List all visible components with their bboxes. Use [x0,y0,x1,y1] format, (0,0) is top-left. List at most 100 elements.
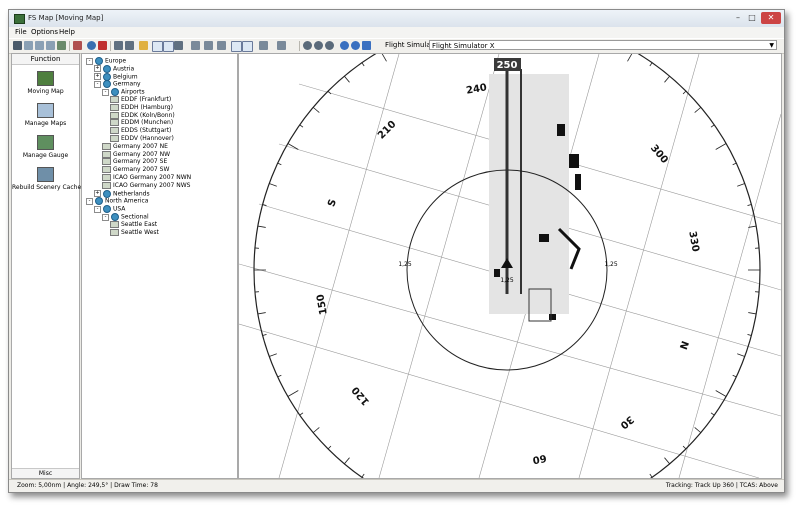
dropdown-chevron-icon[interactable] [174,41,183,50]
expand-icon[interactable]: + [94,73,101,81]
compass-tick [710,412,715,416]
display-icon[interactable] [13,41,22,50]
map-icon [110,228,119,236]
rotate-left-icon[interactable] [340,41,349,50]
tree-item-label: Netherlands [113,190,150,198]
tree-item[interactable]: ICAO Germany 2007 NWN [102,174,191,182]
zoom-in-icon[interactable] [303,41,312,50]
print-icon[interactable] [46,41,55,50]
rebuild-cache-icon [37,167,54,182]
zoom-out-icon[interactable] [314,41,323,50]
tree-item[interactable]: + Austria [94,64,135,73]
compass-label-south: S [326,198,339,209]
map-icon [102,158,111,166]
compass-tick [715,390,727,397]
collapse-icon[interactable]: - [94,205,101,213]
manage-maps-icon [37,103,54,118]
arrow-down-icon[interactable] [204,41,213,50]
layers-icon[interactable] [57,41,66,50]
tree-item[interactable]: EDDM (Munchen) [110,119,173,127]
compass-tick [627,54,633,62]
compass-tick [344,457,350,465]
arrow-up-icon[interactable] [217,41,226,50]
range-label-center: 1,25 [500,277,514,284]
tree-item[interactable]: ICAO Germany 2007 NWS [102,181,190,190]
collapse-icon[interactable]: - [86,57,93,65]
labels-toggle-icon[interactable] [242,41,253,52]
grid-toggle-icon[interactable] [231,41,242,52]
simulator-select[interactable]: Flight Simulator X ▼ [429,40,777,50]
close-button[interactable]: ✕ [761,12,781,24]
filter-icon[interactable] [277,41,286,50]
open-icon[interactable] [24,41,33,50]
moving-map-icon [37,71,54,86]
collapse-icon[interactable]: - [102,213,109,221]
tree-item[interactable]: - Airports [102,88,145,97]
map-canvas[interactable]: 250 1,25 1,25 1,25 210 240 300 330 N 30 … [239,54,781,478]
collapse-icon[interactable]: - [86,197,93,205]
maximize-button[interactable]: □ [746,12,758,24]
tree-item[interactable]: EDDF (Frankfurt) [110,96,171,104]
tree-item[interactable]: - North America [86,197,148,206]
waypoint-icon[interactable] [139,41,148,50]
tree-item[interactable]: - Sectional [102,213,149,221]
tree-item[interactable]: Seattle East [110,220,157,229]
expand-icon[interactable]: + [94,190,101,198]
compass-label-60: 60 [532,452,548,465]
tree-item[interactable]: Germany 2007 NE [102,142,168,151]
function-item-manage-gauge[interactable]: Manage Gauge [12,135,79,159]
stop-icon[interactable] [98,41,107,50]
tree-item[interactable]: Germany 2007 SE [102,158,167,166]
tree-item[interactable]: Germany 2007 NW [102,150,170,159]
compass-tick [287,143,299,150]
compass-label-330: 330 [686,230,700,253]
function-item-label: Moving Map [27,88,64,95]
tree-item[interactable]: - Germany [94,80,141,89]
tree-item-label: Germany 2007 SE [113,158,168,166]
route-icon[interactable] [125,41,134,50]
expand-icon[interactable]: + [94,65,101,73]
tree-item[interactable]: Seattle West [110,228,159,237]
compass-tick [715,143,727,150]
tree-item-label: Germany 2007 SW [113,166,170,174]
info-icon[interactable] [87,41,96,50]
collapse-icon[interactable]: - [102,88,109,96]
tree-item[interactable]: EDDK (Koln/Bonn) [110,111,175,120]
compass-tick [694,427,702,433]
tree-item[interactable]: Germany 2007 SW [102,166,169,174]
tree-item-label: Austria [113,65,135,73]
zoom-reset-icon[interactable] [325,41,334,50]
tree-item[interactable]: EDDS (Stuttgart) [110,127,171,135]
function-item-manage-maps[interactable]: Manage Maps [12,103,79,127]
save-icon[interactable] [35,41,44,50]
globe-icon [103,64,111,73]
function-item-rebuild-cache[interactable]: Rebuild Scenery Cache [12,167,81,191]
tree-item[interactable]: + Netherlands [94,189,150,198]
moving-map-view[interactable]: 250 1,25 1,25 1,25 210 240 300 330 N 30 … [238,53,782,479]
menu-file[interactable]: File [15,28,27,36]
screen-icon[interactable] [259,41,268,50]
misc-tab[interactable]: Misc [12,468,79,478]
record-icon[interactable] [73,41,82,50]
tcas-toggle-icon[interactable] [163,41,174,52]
tree-item[interactable]: EDDH (Hamburg) [110,103,173,112]
arrow-left-icon[interactable] [191,41,200,50]
compass-tick [312,107,320,113]
tree-item[interactable]: EDDV (Hannover) [110,135,174,143]
collapse-icon[interactable]: - [94,80,101,88]
menu-help[interactable]: Help [59,28,75,36]
menu-options[interactable]: Options [31,28,58,36]
tree-item[interactable]: - Europe [86,57,126,65]
rotate-right-icon[interactable] [351,41,360,50]
function-item-moving-map[interactable]: Moving Map [12,71,79,95]
status-left: Zoom: 5,00nm | Angle: 249,5° | Draw Time… [17,482,158,489]
tree-item[interactable]: - USA [94,205,125,214]
track-toggle-icon[interactable] [152,41,163,52]
plane-icon[interactable] [114,41,123,50]
minimize-button[interactable]: – [732,12,744,24]
compass-tick [299,124,304,128]
link-icon[interactable] [362,41,371,50]
tree-item[interactable]: + Belgium [94,72,138,81]
tree-item-label: Airports [121,88,145,96]
globe-icon [103,205,111,214]
